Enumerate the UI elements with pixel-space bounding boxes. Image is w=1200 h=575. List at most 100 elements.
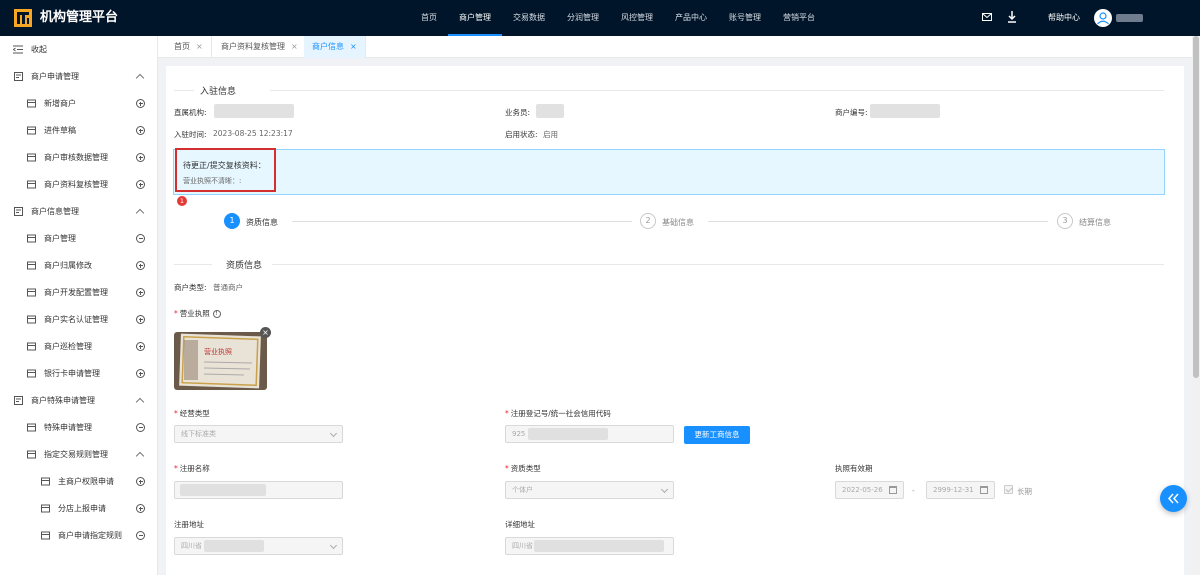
sidebar-item-label: 分店上报申请 [58,504,106,513]
chevron-up-icon[interactable] [135,396,145,407]
document-icon [26,126,36,136]
topnav-item[interactable]: 商户管理 [448,0,502,36]
sidebar-item[interactable]: 商户资料复核管理 [0,171,158,198]
topnav-item[interactable]: 交易数据 [502,0,556,36]
reg-no-value: 925 [512,430,526,438]
sidebar-item[interactable]: 商户实名认证管理 [0,306,158,333]
license-image[interactable]: 营业执照 [174,332,267,390]
close-icon[interactable]: × [350,42,357,51]
help-center-link[interactable]: 帮助中心 [1048,0,1080,36]
brand-logo-icon [14,9,32,27]
topnav-item[interactable]: 产品中心 [664,0,718,36]
sidebar-item[interactable]: 商户特殊申请管理 [0,387,158,414]
review-notice [173,149,1165,195]
plus-circle-icon[interactable] [136,504,145,513]
tab-merchant-review[interactable]: 商户资料复核管理 × [213,36,307,58]
validity-end-input[interactable]: 2999-12-31 [926,481,995,499]
plus-circle-icon[interactable] [136,315,145,324]
info-icon[interactable]: ! [212,310,221,318]
direct-org-label: 直属机构: [174,108,207,117]
minus-circle-icon[interactable] [136,423,145,432]
sidebar-item[interactable]: 商户申请管理 [0,63,158,90]
close-icon[interactable]: × [291,42,298,51]
direct-org-value-redacted [214,104,294,118]
scroll-thumb[interactable] [1193,36,1199,378]
sidebar-item[interactable]: 商户审核数据管理 [0,144,158,171]
remove-image-icon[interactable]: × [260,327,271,338]
collapse-panel-button[interactable] [1160,485,1187,512]
plus-circle-icon[interactable] [136,126,145,135]
long-term-checkbox[interactable] [1004,485,1013,494]
sidebar-item[interactable]: 新增商户 [0,90,158,117]
minus-circle-icon[interactable] [136,531,145,540]
detail-addr-label: 详细地址 [505,520,535,529]
step-2-label[interactable]: 基础信息 [662,217,694,228]
step-3-circle[interactable]: 3 [1057,213,1073,229]
chevron-up-icon[interactable] [135,450,145,461]
sidebar-item-label: 商户审核数据管理 [44,153,108,162]
validity-label: 执照有效期 [835,464,873,473]
avatar[interactable] [1094,9,1112,27]
top-navbar: 机构管理平台 首页 商户管理 交易数据 分润管理 风控管理 产品中心 账号管理 营销平台 帮助… [0,0,1200,36]
reg-addr-value: 四川省 [181,542,202,550]
sidebar-item[interactable]: 分店上报申请 [0,495,158,522]
username-redacted[interactable] [1116,14,1143,22]
sidebar-item[interactable]: 商户管理 [0,225,158,252]
plus-circle-icon[interactable] [136,180,145,189]
plus-circle-icon[interactable] [136,288,145,297]
qual-type-select[interactable]: 个体户 [505,481,674,499]
topnav-item[interactable]: 首页 [410,0,448,36]
calendar-icon [889,486,897,494]
sidebar-item[interactable]: 指定交易规则管理 [0,441,158,468]
sidebar-item[interactable]: 商户开发配置管理 [0,279,158,306]
sidebar-item-label: 商户实名认证管理 [44,315,108,324]
close-icon[interactable]: × [196,42,203,51]
sidebar-item[interactable]: 商户归属修改 [0,252,158,279]
step-3-label[interactable]: 结算信息 [1079,217,1111,228]
download-icon[interactable] [1007,11,1017,23]
sidebar-item[interactable]: 特殊申请管理 [0,414,158,441]
update-business-info-button[interactable]: 更新工商信息 [684,426,750,444]
chevron-up-icon[interactable] [135,72,145,83]
plus-circle-icon[interactable] [136,369,145,378]
topnav-item[interactable]: 风控管理 [610,0,664,36]
plus-circle-icon[interactable] [136,99,145,108]
topnav-item[interactable]: 营销平台 [772,0,826,36]
entry-section-title: 入驻信息 [200,87,237,97]
business-type-select[interactable]: 线下标准类 [174,425,343,443]
topnav-item[interactable]: 分润管理 [556,0,610,36]
validity-start-input[interactable]: 2022-05-26 [835,481,904,499]
plus-circle-icon[interactable] [136,261,145,270]
status-label: 启用状态: [505,130,538,139]
business-type-value: 线下标准类 [181,430,216,438]
chevron-up-icon[interactable] [135,207,145,218]
mail-icon[interactable] [982,13,992,21]
minus-circle-icon[interactable] [136,234,145,243]
long-term-label: 长期 [1017,487,1032,496]
sidebar-item[interactable]: 商户申请指定规则 [0,522,158,549]
plus-circle-icon[interactable] [136,153,145,162]
detail-addr-value: 四川省 [512,542,533,550]
step-1-label[interactable]: 资质信息 [246,217,278,228]
document-icon [26,342,36,352]
sidebar-item[interactable]: 主商户权限申请 [0,468,158,495]
sidebar-item[interactable]: 商户巡检管理 [0,333,158,360]
sidebar-item-label: 商户资料复核管理 [44,180,108,189]
sidebar-item[interactable]: 进件草稿 [0,117,158,144]
sidebar-item[interactable]: 银行卡申请管理 [0,360,158,387]
page-scrollbar[interactable] [1192,36,1200,575]
plus-circle-icon[interactable] [136,342,145,351]
reg-addr-redacted [204,540,264,552]
sidebar-collapse-toggle[interactable]: 收起 [0,36,158,63]
sidebar-item-label: 进件草稿 [44,126,76,135]
topnav-item[interactable]: 账号管理 [718,0,772,36]
sidebar-item[interactable]: 商户信息管理 [0,198,158,225]
tab-home[interactable]: 首页 × [166,36,212,58]
tab-merchant-info[interactable]: 商户信息 × [304,36,366,58]
step-2-circle[interactable]: 2 [640,213,656,229]
sidebar: 收起 商户申请管理 新增商户 进件草稿 商户审核数据管理 商户资料复核管理 商户信息管理商… [0,36,158,575]
step-1-circle[interactable]: 1 [224,213,240,229]
plus-circle-icon[interactable] [136,477,145,486]
document-icon [26,450,36,460]
tab-label: 首页 [174,42,190,51]
